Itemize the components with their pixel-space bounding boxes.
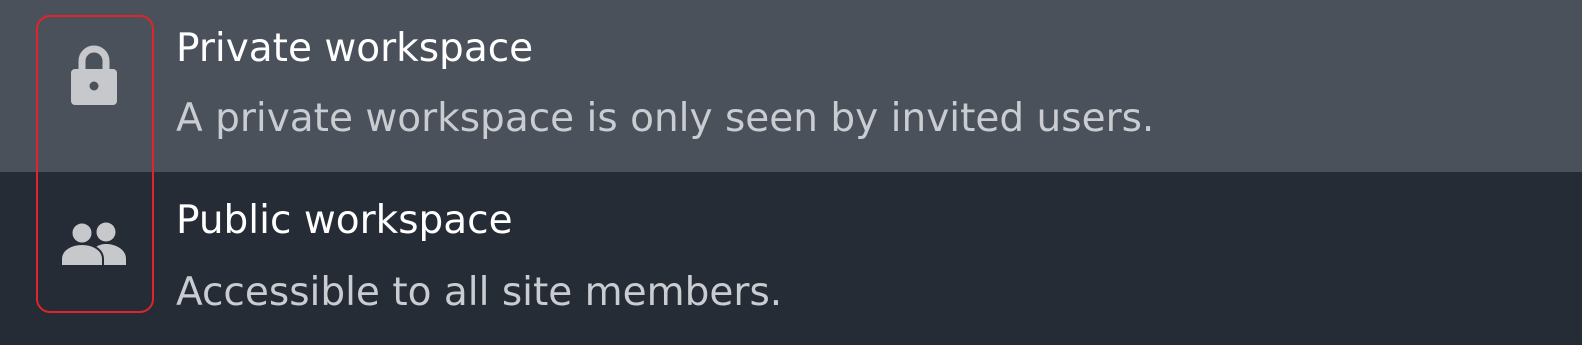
- public-workspace-description: Accessible to all site members.: [176, 270, 783, 315]
- private-workspace-description: A private workspace is only seen by invi…: [176, 96, 1155, 141]
- private-workspace-title: Private workspace: [176, 26, 534, 71]
- people-icon: [58, 208, 130, 280]
- workspace-type-menu: Private workspace A private workspace is…: [0, 0, 1582, 345]
- public-workspace-option[interactable]: Public workspace Accessible to all site …: [0, 172, 1582, 345]
- private-workspace-option[interactable]: Private workspace A private workspace is…: [0, 0, 1582, 172]
- lock-icon: [58, 38, 130, 110]
- public-workspace-title: Public workspace: [176, 198, 513, 243]
